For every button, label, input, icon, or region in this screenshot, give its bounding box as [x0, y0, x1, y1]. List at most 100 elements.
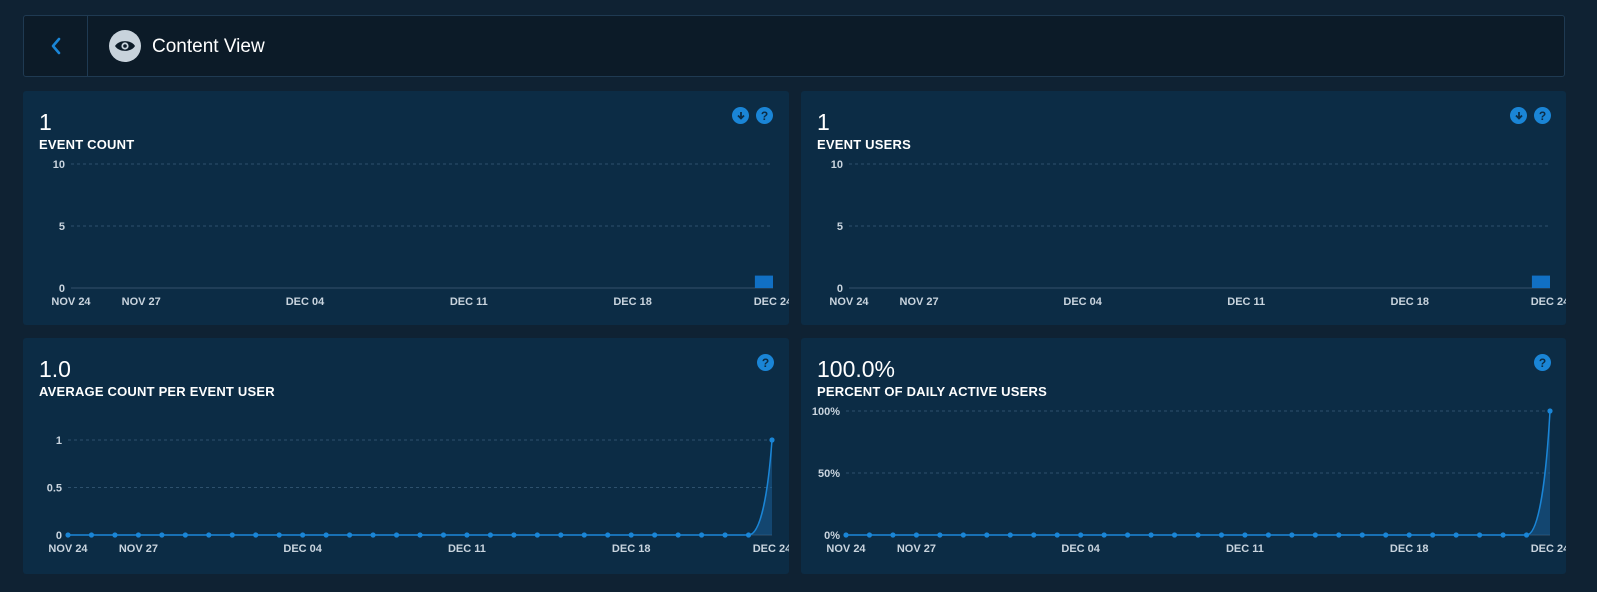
data-point[interactable]: [112, 532, 118, 538]
data-point[interactable]: [605, 532, 611, 538]
data-point[interactable]: [581, 532, 587, 538]
data-point[interactable]: [960, 532, 966, 538]
y-tick-label: 1: [56, 435, 62, 447]
x-tick-label: NOV 27: [900, 296, 939, 308]
y-tick-label: 10: [831, 159, 843, 171]
data-point[interactable]: [1007, 532, 1013, 538]
data-point[interactable]: [1265, 532, 1271, 538]
data-point[interactable]: [1312, 532, 1318, 538]
page-title: Content View: [152, 36, 265, 57]
x-tick-label: DEC 04: [286, 296, 325, 308]
data-point[interactable]: [652, 532, 658, 538]
x-tick-label: DEC 18: [613, 296, 652, 308]
series-line: [68, 439, 773, 536]
data-point[interactable]: [159, 532, 165, 538]
data-point[interactable]: [323, 532, 329, 538]
data-point[interactable]: [699, 532, 705, 538]
bar[interactable]: [754, 275, 773, 288]
x-tick-label: DEC 04: [1061, 543, 1100, 555]
data-point[interactable]: [1242, 532, 1248, 538]
y-tick-label: 5: [837, 221, 843, 233]
data-point[interactable]: [937, 532, 943, 538]
data-point[interactable]: [1523, 532, 1530, 538]
data-point[interactable]: [1031, 532, 1037, 538]
series-line: [846, 410, 1551, 536]
data-point[interactable]: [843, 532, 849, 538]
percent-dau-chart: 0% 50% 100% NOV 24 NOV 27 DEC 04 DEC 11 DEC 18 D…: [812, 406, 1566, 555]
area-fill: [68, 440, 772, 535]
data-point[interactable]: [1195, 532, 1201, 538]
data-point[interactable]: [1383, 532, 1389, 538]
bar[interactable]: [1531, 275, 1550, 288]
data-point[interactable]: [628, 532, 634, 538]
y-tick-label: 0: [837, 283, 843, 295]
x-tick-label: DEC 24: [753, 543, 789, 555]
data-point[interactable]: [487, 532, 493, 538]
y-tick-label: 0: [56, 530, 62, 542]
data-point[interactable]: [1125, 532, 1131, 538]
x-tick-label: NOV 24: [826, 543, 866, 555]
data-point[interactable]: [88, 532, 95, 538]
data-point[interactable]: [440, 532, 447, 538]
data-point[interactable]: [417, 532, 423, 538]
data-point[interactable]: [1078, 532, 1084, 538]
data-point[interactable]: [206, 532, 212, 538]
event-users-card: 1 EVENT USERS ? 0 5 10 NOV 24 NOV 27 DEC 04 DE…: [801, 91, 1566, 325]
data-point[interactable]: [300, 532, 306, 538]
eye-icon: [109, 30, 141, 62]
x-tick-label: NOV 24: [829, 296, 869, 308]
data-point[interactable]: [511, 532, 517, 538]
data-point[interactable]: [1336, 532, 1342, 538]
data-point[interactable]: [393, 532, 400, 538]
data-point[interactable]: [1477, 532, 1483, 538]
data-point[interactable]: [1148, 532, 1154, 538]
data-point[interactable]: [253, 532, 259, 538]
data-point[interactable]: [890, 532, 896, 538]
data-point[interactable]: [229, 532, 235, 538]
data-point[interactable]: [1054, 532, 1060, 538]
y-tick-label: 0: [59, 283, 65, 295]
data-point[interactable]: [1218, 532, 1225, 538]
x-tick-label: DEC 24: [1531, 296, 1566, 308]
data-point[interactable]: [769, 437, 775, 443]
data-point[interactable]: [65, 532, 71, 538]
data-point[interactable]: [1359, 532, 1365, 538]
data-point[interactable]: [722, 532, 728, 538]
x-tick-label: NOV 27: [122, 296, 161, 308]
y-tick-label: 0.5: [47, 483, 62, 495]
data-point[interactable]: [1406, 532, 1412, 538]
y-tick-label: 50%: [818, 468, 840, 480]
data-point[interactable]: [1171, 532, 1178, 538]
x-tick-label: DEC 11: [450, 296, 488, 308]
event-users-chart: 0 5 10 NOV 24 NOV 27 DEC 04 DEC 11 DEC 18 DEC 24: [829, 159, 1566, 308]
data-point[interactable]: [1453, 532, 1459, 538]
page-header: Content View: [23, 15, 1565, 77]
data-point[interactable]: [866, 532, 873, 538]
data-point[interactable]: [984, 532, 990, 538]
data-point[interactable]: [347, 532, 353, 538]
data-point[interactable]: [1547, 408, 1553, 414]
data-point[interactable]: [1289, 532, 1295, 538]
data-point[interactable]: [1101, 532, 1107, 538]
data-point[interactable]: [464, 532, 470, 538]
data-point[interactable]: [370, 532, 376, 538]
data-point[interactable]: [276, 532, 282, 538]
y-tick-label: 5: [59, 221, 65, 233]
data-point[interactable]: [675, 532, 681, 538]
data-point[interactable]: [1430, 532, 1436, 538]
data-point[interactable]: [913, 532, 919, 538]
data-point[interactable]: [534, 532, 540, 538]
x-tick-label: NOV 24: [48, 543, 88, 555]
data-point[interactable]: [135, 532, 141, 538]
back-button[interactable]: [24, 16, 88, 76]
area-fill: [846, 411, 1550, 535]
data-point[interactable]: [745, 532, 752, 538]
x-tick-label: DEC 11: [1226, 543, 1264, 555]
x-tick-label: NOV 27: [119, 543, 158, 555]
percent-dau-card: 100.0% PERCENT OF DAILY ACTIVE USERS ? 0…: [801, 338, 1566, 574]
data-point[interactable]: [182, 532, 188, 538]
x-tick-label: DEC 04: [283, 543, 322, 555]
data-point[interactable]: [1500, 532, 1506, 538]
data-point[interactable]: [558, 532, 564, 538]
y-tick-label: 10: [53, 159, 65, 171]
